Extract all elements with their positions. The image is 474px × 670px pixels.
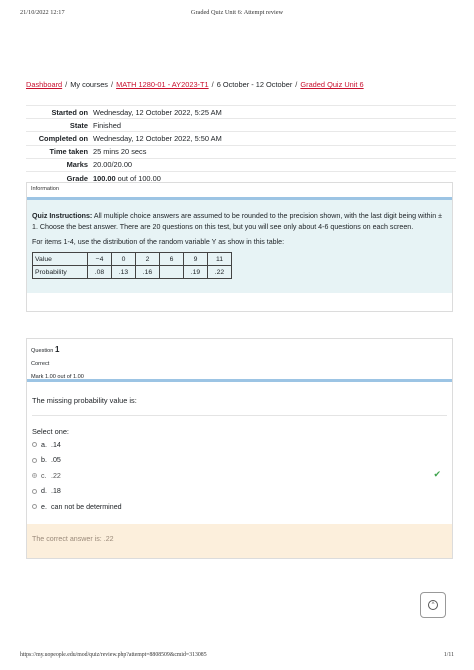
summary-value: 20.00/20.00 (93, 160, 133, 170)
summary-key: Started on (51, 107, 88, 117)
question-label: Question (31, 348, 54, 354)
table-cell: 6 (159, 252, 184, 266)
information-label: Information (31, 186, 59, 192)
table-cell: 2 (135, 252, 160, 266)
question-number-value: 1 (54, 345, 60, 354)
summary-value: 25 mins 20 secs (93, 147, 147, 157)
quiz-instructions: Quiz Instructions: All multiple choice a… (32, 211, 444, 232)
information-content: Quiz Instructions: All multiple choice a… (27, 200, 452, 293)
option-a[interactable]: a. .14 (32, 437, 447, 453)
option-d[interactable]: d. .18 (32, 484, 447, 500)
radio-button[interactable] (32, 457, 37, 463)
attempt-summary-table: Started on Wednesday, 12 October 2022, 5… (26, 105, 456, 184)
breadcrumb-separator: / (111, 80, 114, 89)
question-info: Question 1 Correct Mark 1.00 out of 1.00 (31, 343, 84, 384)
summary-row-marks: Marks 20.00/20.00 (26, 158, 456, 171)
print-url: https://my.uopeople.edu/mod/quiz/review.… (20, 652, 207, 658)
correct-answer-feedback: The correct answer is: .22 (27, 524, 452, 558)
summary-row-started: Started on Wednesday, 12 October 2022, 5… (26, 105, 456, 119)
radio-button-selected[interactable] (32, 473, 37, 479)
breadcrumb-week[interactable]: 6 October - 12 October (217, 80, 293, 89)
option-text: .22 (51, 471, 61, 480)
question-number: Question 1 (31, 343, 84, 358)
table-intro: For items 1-4, use the distribution of t… (32, 238, 285, 246)
table-cell: .16 (135, 265, 160, 279)
option-e[interactable]: e. can not be determined (32, 499, 447, 515)
summary-key: Completed on (38, 133, 88, 143)
option-letter: c. (41, 471, 47, 480)
distribution-row-probability: Probability .08 .13 .16 .19 .22 (32, 265, 232, 279)
option-c[interactable]: c. .22 ✔ (32, 468, 447, 484)
back-to-top-button[interactable]: ^ (420, 592, 446, 618)
information-panel: Information Quiz Instructions: All multi… (26, 182, 453, 312)
summary-key: Time taken (49, 147, 88, 157)
quiz-instructions-label: Quiz Instructions: (32, 212, 93, 220)
correct-answer-text: The correct answer is: .22 (32, 535, 114, 543)
breadcrumb-course[interactable]: MATH 1280-01 - AY2023-T1 (116, 80, 209, 89)
breadcrumb-dashboard[interactable]: Dashboard (26, 80, 62, 89)
distribution-row-value: Value −4 0 2 6 9 11 (32, 252, 232, 266)
quiz-instructions-text: All multiple choice answers are assumed … (32, 212, 443, 231)
question-divider (27, 379, 452, 382)
option-text: .05 (51, 456, 61, 465)
summary-row-state: State Finished (26, 118, 456, 132)
summary-row-time-taken: Time taken 25 mins 20 secs (26, 145, 456, 158)
print-footer: https://my.uopeople.edu/mod/quiz/review.… (20, 652, 454, 662)
select-one-prompt: Select one: (32, 427, 69, 436)
summary-key: State (69, 120, 88, 130)
print-page-number: 1/11 (443, 652, 454, 658)
option-letter: b. (41, 456, 47, 465)
summary-value: Wednesday, 12 October 2022, 5:50 AM (93, 133, 222, 143)
answer-options: a. .14 b. .05 c. .22 ✔ d. .18 e. can not… (32, 437, 447, 515)
check-icon: ✔ (433, 469, 441, 479)
radio-button[interactable] (32, 442, 37, 448)
table-cell: −4 (87, 252, 112, 266)
distribution-table: Value −4 0 2 6 9 11 Probability .08 .13 … (32, 252, 232, 279)
summary-value: Wednesday, 12 October 2022, 5:25 AM (93, 107, 222, 117)
table-cell: .08 (87, 265, 112, 279)
option-b[interactable]: b. .05 (32, 453, 447, 469)
option-text: .14 (51, 440, 61, 449)
summary-value: Finished (93, 120, 121, 130)
table-cell: 0 (111, 252, 136, 266)
breadcrumb: Dashboard / My courses / MATH 1280-01 - AY20… (26, 80, 456, 89)
table-cell: .22 (207, 265, 232, 279)
option-letter: d. (41, 487, 47, 496)
summary-key: Marks (66, 160, 88, 170)
table-cell: .13 (111, 265, 136, 279)
option-letter: a. (41, 440, 47, 449)
table-row-header: Probability (32, 265, 88, 279)
option-letter: e. (41, 502, 47, 511)
print-title: Graded Quiz Unit 6: Attempt review (190, 9, 284, 16)
breadcrumb-separator: / (295, 80, 298, 89)
breadcrumb-quiz[interactable]: Graded Quiz Unit 6 (300, 80, 363, 89)
question-mark: Mark 1.00 out of 1.00 (31, 374, 84, 380)
chevron-up-icon: ^ (428, 600, 438, 610)
print-header: 21/10/2022 12:17 Graded Quiz Unit 6: Att… (20, 9, 454, 19)
radio-button[interactable] (32, 488, 37, 494)
question-status: Correct (31, 361, 50, 367)
question-text: The missing probability value is: (32, 396, 137, 405)
table-cell: 11 (207, 252, 232, 266)
breadcrumb-separator: / (65, 80, 68, 89)
table-cell: 9 (183, 252, 208, 266)
radio-button[interactable] (32, 504, 37, 510)
question-text-divider (32, 415, 447, 416)
option-text: can not be determined (51, 502, 122, 511)
breadcrumb-separator: / (211, 80, 214, 89)
breadcrumb-my-courses[interactable]: My courses (70, 80, 108, 89)
table-cell-missing (159, 265, 184, 279)
question-panel: Question 1 Correct Mark 1.00 out of 1.00… (26, 338, 453, 559)
option-text: .18 (51, 487, 61, 496)
summary-row-completed: Completed on Wednesday, 12 October 2022,… (26, 131, 456, 145)
table-row-header: Value (32, 252, 88, 266)
table-cell: .19 (183, 265, 208, 279)
